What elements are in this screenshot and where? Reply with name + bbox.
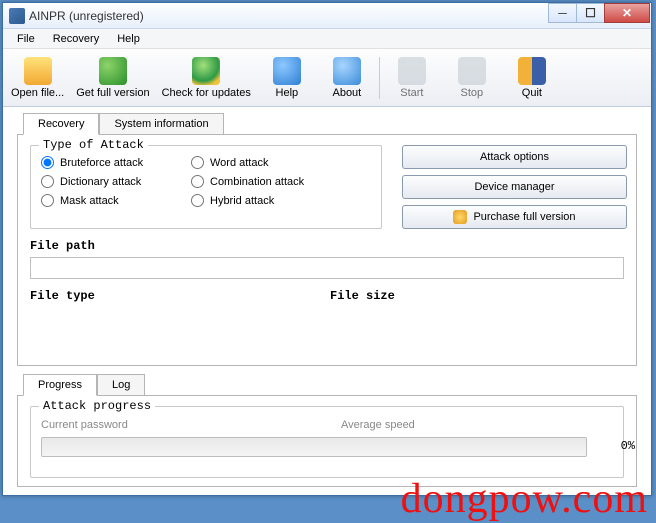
- radio-bruteforce[interactable]: Bruteforce attack: [41, 156, 191, 169]
- current-password-label: Current password: [41, 419, 341, 431]
- progress-bar: [41, 437, 587, 457]
- menu-bar: File Recovery Help: [3, 29, 651, 49]
- attack-options-button[interactable]: Attack options: [402, 145, 627, 169]
- purchase-full-version-button[interactable]: Purchase full version: [402, 205, 627, 229]
- tab-recovery[interactable]: Recovery: [23, 113, 99, 135]
- radio-mask[interactable]: Mask attack: [41, 194, 191, 207]
- attack-progress-fieldset: Attack progress Current password Average…: [30, 406, 624, 478]
- tab-progress[interactable]: Progress: [23, 374, 97, 396]
- menu-recovery[interactable]: Recovery: [45, 31, 107, 47]
- main-tabs: Recovery System information: [23, 113, 651, 134]
- toolbar-separator: [379, 57, 380, 99]
- close-button[interactable]: ✕: [604, 3, 650, 23]
- average-speed-label: Average speed: [341, 419, 415, 431]
- help-icon: [273, 57, 301, 85]
- titlebar: AINPR (unregistered) ─ ☐ ✕: [3, 3, 651, 29]
- globe-refresh-icon: [192, 57, 220, 85]
- device-manager-button[interactable]: Device manager: [402, 175, 627, 199]
- start-button[interactable]: Start: [382, 55, 442, 101]
- attack-type-fieldset: Type of Attack Bruteforce attack Word at…: [30, 145, 382, 229]
- stop-icon: [458, 57, 486, 85]
- info-icon: [333, 57, 361, 85]
- tab-system-information[interactable]: System information: [99, 113, 223, 134]
- progress-percent: 0%: [621, 439, 635, 453]
- help-button[interactable]: Help: [257, 55, 317, 101]
- menu-file[interactable]: File: [9, 31, 43, 47]
- progress-legend: Attack progress: [39, 399, 155, 413]
- open-file-button[interactable]: Open file...: [5, 55, 70, 101]
- toolbar: Open file... Get full version Check for …: [3, 49, 651, 107]
- about-button[interactable]: About: [317, 55, 377, 101]
- tab-log[interactable]: Log: [97, 374, 145, 395]
- get-full-version-button[interactable]: Get full version: [70, 55, 155, 101]
- progress-tabs: Progress Log: [23, 374, 651, 395]
- radio-dictionary[interactable]: Dictionary attack: [41, 175, 191, 188]
- maximize-button[interactable]: ☐: [576, 3, 605, 23]
- purchase-icon: [453, 210, 467, 224]
- minimize-button[interactable]: ─: [548, 3, 577, 23]
- folder-icon: [24, 57, 52, 85]
- menu-help[interactable]: Help: [109, 31, 148, 47]
- file-path-label: File path: [30, 239, 624, 253]
- file-size-label: File size: [330, 289, 395, 303]
- stop-button[interactable]: Stop: [442, 55, 502, 101]
- file-type-label: File type: [30, 289, 330, 303]
- attack-legend: Type of Attack: [39, 138, 148, 152]
- app-window: AINPR (unregistered) ─ ☐ ✕ File Recovery…: [2, 2, 652, 496]
- file-path-input[interactable]: [30, 257, 624, 279]
- shield-icon: [99, 57, 127, 85]
- radio-combination[interactable]: Combination attack: [191, 175, 371, 188]
- quit-button[interactable]: Quit: [502, 55, 562, 101]
- quit-icon: [518, 57, 546, 85]
- progress-panel: Attack progress Current password Average…: [17, 395, 637, 487]
- radio-hybrid[interactable]: Hybrid attack: [191, 194, 371, 207]
- recovery-panel: Type of Attack Bruteforce attack Word at…: [17, 134, 637, 366]
- check-updates-button[interactable]: Check for updates: [156, 55, 257, 101]
- start-icon: [398, 57, 426, 85]
- window-title: AINPR (unregistered): [29, 9, 549, 23]
- radio-word[interactable]: Word attack: [191, 156, 371, 169]
- app-icon: [9, 8, 25, 24]
